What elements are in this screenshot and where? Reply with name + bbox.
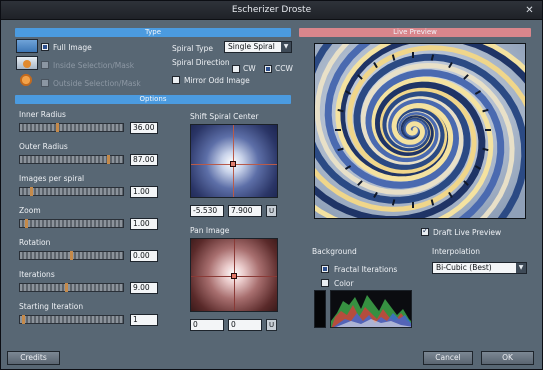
slider-track[interactable] [19, 219, 124, 228]
cw-label: CW [243, 64, 256, 73]
slider-value-field[interactable]: 9.00 [130, 282, 158, 294]
center-handle[interactable] [230, 161, 236, 167]
close-icon[interactable]: ✕ [523, 4, 536, 17]
interpolation-value: Bi-Cubic (Best) [436, 263, 492, 272]
slider-label: Inner Radius [19, 110, 66, 119]
credits-button[interactable]: Credits [7, 351, 60, 365]
chevron-down-icon: ▼ [516, 263, 526, 273]
slider-track[interactable] [19, 315, 124, 324]
selection-mask-icon [23, 60, 31, 68]
slider-track[interactable] [19, 123, 124, 132]
pan-image-pad[interactable] [190, 238, 278, 312]
color-radio[interactable] [321, 279, 329, 287]
color-swatch[interactable] [314, 290, 326, 328]
histogram-image [330, 290, 412, 328]
pan-reset-button[interactable]: U [266, 319, 277, 331]
draft-preview-label: Draft Live Preview [433, 228, 502, 237]
shift-center-reset-button[interactable]: U [266, 205, 277, 217]
slider-knob[interactable] [107, 155, 110, 164]
outside-selection-icon [19, 73, 33, 87]
shift-center-pad[interactable] [190, 124, 278, 198]
background-label: Background [312, 247, 357, 256]
outside-selection-radio[interactable] [41, 79, 49, 87]
shift-center-y-field[interactable]: 7.900 [228, 205, 262, 217]
spiral-type-label: Spiral Type [172, 44, 213, 53]
slider-track[interactable] [19, 251, 124, 260]
pan-image-label: Pan Image [190, 226, 230, 235]
slider-knob[interactable] [22, 315, 25, 324]
cancel-button[interactable]: Cancel [423, 351, 473, 365]
slider-track[interactable] [19, 187, 124, 196]
chevron-down-icon: ▼ [281, 42, 291, 52]
slider-label: Images per spiral [19, 174, 85, 183]
color-label: Color [334, 279, 354, 288]
escherizer-dialog: Escherizer Droste ✕ Type Full Image Insi… [0, 0, 543, 370]
slider-label: Iterations [19, 270, 55, 279]
fractal-iterations-label: Fractal Iterations [334, 265, 398, 274]
slider-value-field[interactable]: 87.00 [130, 154, 158, 166]
slider-label: Starting Iteration [19, 302, 84, 311]
spiral-type-value: Single Spiral [228, 42, 275, 51]
droste-spiral-image [315, 44, 525, 218]
shift-center-label: Shift Spiral Center [190, 112, 259, 121]
slider-knob[interactable] [65, 283, 68, 292]
type-header: Type [15, 28, 291, 37]
slider-value-field[interactable]: 36.00 [130, 122, 158, 134]
full-image-label: Full Image [53, 43, 92, 52]
shift-center-x-field[interactable]: -5.530 [190, 205, 224, 217]
full-image-icon [16, 39, 38, 53]
spiral-direction-label: Spiral Direction [172, 58, 230, 67]
ccw-radio[interactable] [264, 65, 272, 73]
slider-track[interactable] [19, 283, 124, 292]
outside-selection-label: Outside Selection/Mask [53, 79, 141, 88]
spiral-type-select[interactable]: Single Spiral ▼ [224, 41, 292, 53]
title-bar: Escherizer Droste ✕ [1, 1, 542, 20]
cw-radio[interactable] [232, 65, 240, 73]
slider-label: Rotation [19, 238, 51, 247]
ok-button[interactable]: OK [481, 351, 534, 365]
slider-value-field[interactable]: 0.00 [130, 250, 158, 262]
interpolation-select[interactable]: Bi-Cubic (Best) ▼ [432, 262, 527, 274]
slider-track[interactable] [19, 155, 124, 164]
live-preview-header: Live Preview [299, 28, 531, 37]
pan-handle[interactable] [231, 273, 237, 279]
slider-value-field[interactable]: 1 [130, 314, 158, 326]
slider-knob[interactable] [30, 187, 33, 196]
pan-x-field[interactable]: 0 [190, 319, 224, 331]
ccw-label: CCW [275, 64, 293, 73]
interpolation-label: Interpolation [432, 247, 480, 256]
inside-selection-radio[interactable] [41, 61, 49, 69]
histogram-graphic [331, 295, 411, 327]
slider-knob[interactable] [56, 123, 59, 132]
inside-selection-icon [16, 56, 38, 70]
full-image-radio[interactable] [41, 43, 49, 51]
pan-y-field[interactable]: 0 [228, 319, 262, 331]
draft-preview-checkbox[interactable] [421, 226, 429, 236]
mirror-odd-checkbox[interactable] [172, 76, 180, 84]
slider-value-field[interactable]: 1.00 [130, 186, 158, 198]
slider-value-field[interactable]: 1.00 [130, 218, 158, 230]
slider-label: Zoom [19, 206, 41, 215]
inside-selection-label: Inside Selection/Mask [53, 61, 135, 70]
fractal-iterations-radio[interactable] [321, 265, 329, 273]
mirror-odd-label: Mirror Odd Image [184, 76, 250, 85]
slider-label: Outer Radius [19, 142, 68, 151]
options-header: Options [15, 95, 291, 104]
live-preview-image [314, 43, 526, 219]
window-title: Escherizer Droste [231, 5, 312, 15]
slider-knob[interactable] [70, 251, 73, 260]
slider-knob[interactable] [25, 219, 28, 228]
